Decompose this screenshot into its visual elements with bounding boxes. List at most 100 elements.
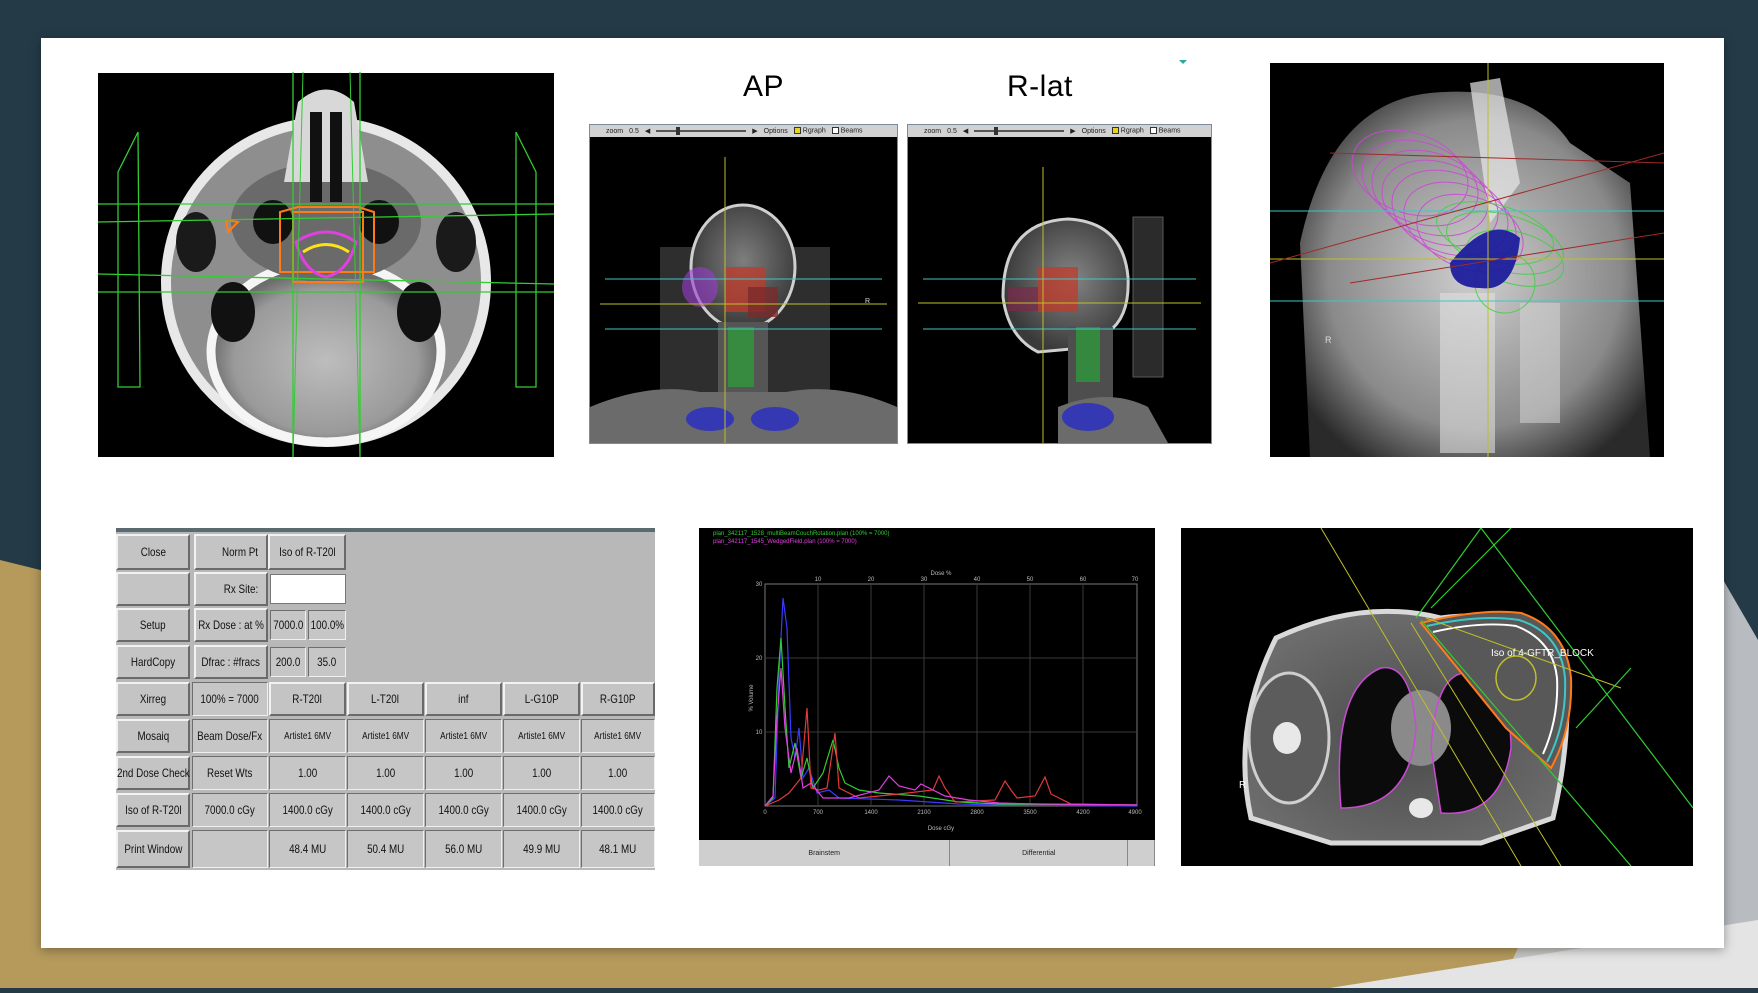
zoom-label: zoom	[606, 127, 624, 135]
rlat-drr-image	[918, 167, 1201, 443]
dvh-bottom-tick: 2800	[970, 810, 984, 816]
dvh-y-axis-label: % Volume	[749, 684, 755, 712]
beam-name-button[interactable]: L-G10P	[503, 682, 580, 716]
axial-ct-breast-view: Iso of 4-GFTR_BLOCK R	[1181, 528, 1693, 866]
zoom-value[interactable]: 0.5	[947, 128, 957, 135]
zoom-label: zoom	[924, 127, 942, 135]
second-dose-check-button[interactable]: 2nd Dose Check	[116, 756, 190, 790]
zoom-left-arrow-icon[interactable]: ◀	[963, 127, 968, 135]
rgraph-checkbox[interactable]	[793, 127, 801, 135]
dvh-left-tick: 20	[756, 656, 763, 662]
dvh-top-tick: 50	[1027, 577, 1034, 583]
beam-mu-value: 50.4 MU	[347, 830, 424, 868]
dvh-tab-spare[interactable]	[1128, 840, 1155, 866]
close-button[interactable]: Close	[116, 534, 190, 570]
beam-machine-value[interactable]: Artiste1 6MV	[581, 719, 655, 753]
dvh-top-tick: 40	[974, 577, 981, 583]
beam-mu-value: 49.9 MU	[503, 830, 580, 868]
blank-button[interactable]	[116, 572, 190, 606]
mosaiq-button[interactable]: Mosaiq	[116, 719, 190, 753]
beams-label: Beams	[840, 127, 863, 135]
ap-drr-window: zoom 0.5 ◀ ▶ Options Rgraph Beams R	[589, 124, 898, 444]
dvh-tab-differential[interactable]: Differential	[950, 840, 1129, 866]
beam-machine-value[interactable]: Artiste1 6MV	[269, 719, 346, 753]
beams-toggle[interactable]: Beams	[831, 127, 863, 135]
beam-mu-value: 48.1 MU	[581, 830, 655, 868]
dvh-bottom-tick: 1400	[864, 810, 878, 816]
beam-machine-value[interactable]: Artiste1 6MV	[503, 719, 580, 753]
rgraph-label: Rgraph	[1120, 127, 1144, 135]
rgraph-toggle[interactable]: Rgraph	[1111, 127, 1144, 135]
zoom-slider[interactable]	[974, 127, 1065, 135]
beams-checkbox[interactable]	[831, 127, 839, 135]
rgraph-checkbox[interactable]	[1111, 127, 1119, 135]
dvh-bottom-tick: 700	[813, 810, 824, 816]
xirreg-button[interactable]: Xirreg	[116, 682, 190, 716]
dvh-chart: Dose % Dose cGy % Volume 10 20 30 40 50 …	[749, 571, 1142, 832]
dvh-tab-brainstem[interactable]: Brainstem	[699, 840, 951, 866]
beam-dose-value: 1400.0 cGy	[425, 793, 502, 827]
zoom-value[interactable]: 0.5	[629, 128, 639, 135]
rlat-drr-toolbar: zoom 0.5 ◀ ▶ Options Rgraph Beams	[908, 125, 1211, 137]
beam-machine-value[interactable]: Artiste1 6MV	[347, 719, 424, 753]
dvh-bottom-tick: 4900	[1128, 810, 1142, 816]
dvh-left-tick: 10	[756, 730, 763, 736]
beam-mu-value: 48.4 MU	[269, 830, 346, 868]
rx-dose-percent-input[interactable]: 100.0%	[308, 610, 346, 640]
hardcopy-button[interactable]: HardCopy	[116, 645, 190, 679]
beam-dose-fx-toggle[interactable]: Beam Dose/Fx	[192, 719, 268, 753]
beam-name-button[interactable]: R-T20l	[269, 682, 346, 716]
beam-weight-input[interactable]: 1.00	[269, 756, 346, 790]
zoom-slider[interactable]	[656, 127, 747, 135]
print-window-button[interactable]: Print Window	[116, 830, 190, 868]
dvh-curve-red	[764, 707, 1138, 807]
beam-machine-value[interactable]: Artiste1 6MV	[425, 719, 502, 753]
options-menu[interactable]: Options	[764, 128, 788, 135]
dvh-legend: plan_342117_1528_multiBeamCouchRotation.…	[713, 530, 890, 546]
dfrac-label: Dfrac : #fracs	[194, 645, 268, 679]
rx-dose-input[interactable]: 7000.0	[270, 610, 306, 640]
breast-iso-label: Iso of 4-GFTR_BLOCK	[1491, 648, 1594, 659]
beam-weight-input[interactable]: 1.00	[347, 756, 424, 790]
ap-drr-toolbar: zoom 0.5 ◀ ▶ Options Rgraph Beams	[590, 125, 897, 137]
rx-site-input[interactable]	[270, 574, 346, 604]
setup-button[interactable]: Setup	[116, 608, 190, 642]
zoom-slider-handle[interactable]	[994, 127, 999, 135]
dvh-bottom-tick: 2100	[917, 810, 931, 816]
rgraph-toggle[interactable]: Rgraph	[793, 127, 826, 135]
beam-name-button[interactable]: L-T20l	[347, 682, 424, 716]
norm-pt-selector[interactable]: Iso of R-T20l	[268, 534, 346, 570]
beam-dose-value: 1400.0 cGy	[503, 793, 580, 827]
zoom-right-arrow-icon[interactable]: ▶	[752, 127, 757, 135]
beams-checkbox[interactable]	[1149, 127, 1157, 135]
dvh-top-tick: 70	[1132, 577, 1139, 583]
ap-drr-image: R	[590, 157, 897, 443]
breast-r-marker: R	[1239, 780, 1246, 791]
beam-name-button[interactable]: inf	[425, 682, 502, 716]
beam-weight-input[interactable]: 1.00	[503, 756, 580, 790]
reset-wts-button[interactable]: Reset Wts	[192, 756, 268, 790]
beams-toggle[interactable]: Beams	[1149, 127, 1181, 135]
dvh-bottom-axis-label: Dose cGy	[928, 826, 954, 832]
prescription-header: 100% = 7000	[192, 682, 268, 716]
slide: AP R-lat zoom 0.5 ◀ ▶ Options Rgraph Bea…	[41, 38, 1724, 948]
options-menu[interactable]: Options	[1082, 128, 1106, 135]
rx-dose-label: Rx Dose : at %	[194, 608, 268, 642]
ap-r-marker: R	[865, 298, 870, 305]
dvh-bottom-tick: 3500	[1023, 810, 1037, 816]
zoom-left-arrow-icon[interactable]: ◀	[645, 127, 650, 135]
rlat-view-title: R-lat	[1007, 70, 1073, 103]
iso-point-button[interactable]: Iso of R-T20l	[116, 793, 190, 827]
beam-weight-input[interactable]: 1.00	[581, 756, 655, 790]
beam-weight-input[interactable]: 1.00	[425, 756, 502, 790]
beam-name-button[interactable]: R-G10P	[581, 682, 655, 716]
dvh-left-tick: 30	[756, 582, 763, 588]
dvh-bottom-tick: 0	[763, 810, 767, 816]
dvh-curve-blue	[764, 597, 1138, 807]
zoom-slider-handle[interactable]	[676, 127, 681, 135]
zoom-right-arrow-icon[interactable]: ▶	[1070, 127, 1075, 135]
fracs-input[interactable]: 35.0	[308, 647, 346, 677]
3d-rendering-view: R	[1270, 63, 1664, 457]
dfrac-input[interactable]: 200.0	[270, 647, 306, 677]
beam-mu-value: 56.0 MU	[425, 830, 502, 868]
